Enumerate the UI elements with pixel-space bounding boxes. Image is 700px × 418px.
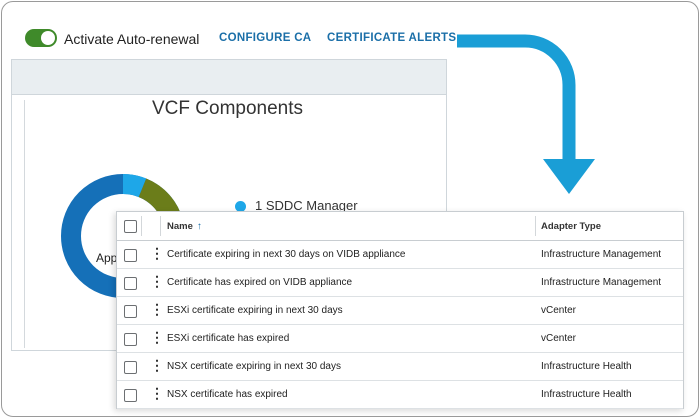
donut-center-label: App (96, 251, 118, 265)
card-divider (24, 100, 25, 348)
select-all-checkbox[interactable] (124, 220, 137, 233)
column-header-adapter-type[interactable]: Adapter Type (541, 221, 601, 232)
alert-name: Certificate expiring in next 30 days on … (167, 249, 406, 260)
column-header-name-label: Name (167, 221, 193, 232)
table-header: Name ↑ Adapter Type (117, 212, 683, 241)
alert-name: ESXi certificate has expired (167, 333, 290, 344)
auto-renewal-toggle[interactable] (25, 29, 57, 47)
certificate-alerts-link[interactable]: CERTIFICATE ALERTS (327, 32, 456, 44)
alert-adapter-type: Infrastructure Health (541, 389, 632, 400)
table-row[interactable]: ⋮ ESXi certificate expiring in next 30 da… (117, 297, 683, 325)
table-row[interactable]: ⋮ Certificate has expired on VIDB applian… (117, 269, 683, 297)
alert-adapter-type: vCenter (541, 305, 577, 316)
configure-ca-link[interactable]: CONFIGURE CA (219, 32, 311, 44)
column-header-name[interactable]: Name ↑ (167, 221, 202, 232)
row-checkbox[interactable] (124, 277, 137, 290)
card-header (12, 60, 446, 95)
alert-adapter-type: Infrastructure Management (541, 277, 662, 288)
row-actions-icon[interactable]: ⋮ (150, 302, 164, 316)
row-checkbox[interactable] (124, 361, 137, 374)
table-row[interactable]: ⋮ ESXi certificate has expired vCenter (117, 325, 683, 353)
sort-ascending-icon[interactable]: ↑ (197, 221, 202, 232)
alert-adapter-type: Infrastructure Health (541, 361, 632, 372)
certificate-alerts-table: Name ↑ Adapter Type ⋮ Certificate expiring… (116, 211, 684, 409)
table-row[interactable]: ⋮ Certificate expiring in next 30 days on… (117, 241, 683, 269)
alert-adapter-type: vCenter (541, 333, 577, 344)
donut-segment-sddc (122, 174, 147, 198)
alert-name: NSX certificate expiring in next 30 days (167, 361, 341, 372)
auto-renewal-label: Activate Auto-renewal (64, 31, 200, 47)
row-checkbox[interactable] (124, 389, 137, 402)
row-actions-icon[interactable]: ⋮ (150, 386, 164, 400)
alert-name: ESXi certificate expiring in next 30 day… (167, 305, 343, 316)
table-row[interactable]: ⋮ NSX certificate has expired Infrastructu… (117, 381, 683, 409)
row-checkbox[interactable] (124, 333, 137, 346)
row-checkbox[interactable] (124, 305, 137, 318)
curved-arrow-icon (457, 34, 595, 194)
table-row[interactable]: ⋮ NSX certificate expiring in next 30 day… (117, 353, 683, 381)
row-actions-icon[interactable]: ⋮ (150, 358, 164, 372)
toggle-knob (41, 31, 55, 45)
alert-name: NSX certificate has expired (167, 389, 288, 400)
alert-name: Certificate has expired on VIDB applianc… (167, 277, 353, 288)
row-actions-icon[interactable]: ⋮ (150, 274, 164, 288)
column-separator (535, 216, 536, 236)
row-actions-icon[interactable]: ⋮ (150, 246, 164, 260)
card-title: VCF Components (152, 98, 304, 119)
alert-adapter-type: Infrastructure Management (541, 249, 662, 260)
column-separator (141, 216, 142, 236)
screenshot-frame: Activate Auto-renewal CONFIGURE CA CERTI… (1, 1, 699, 417)
column-separator (160, 216, 161, 236)
row-checkbox[interactable] (124, 249, 137, 262)
row-actions-icon[interactable]: ⋮ (150, 330, 164, 344)
